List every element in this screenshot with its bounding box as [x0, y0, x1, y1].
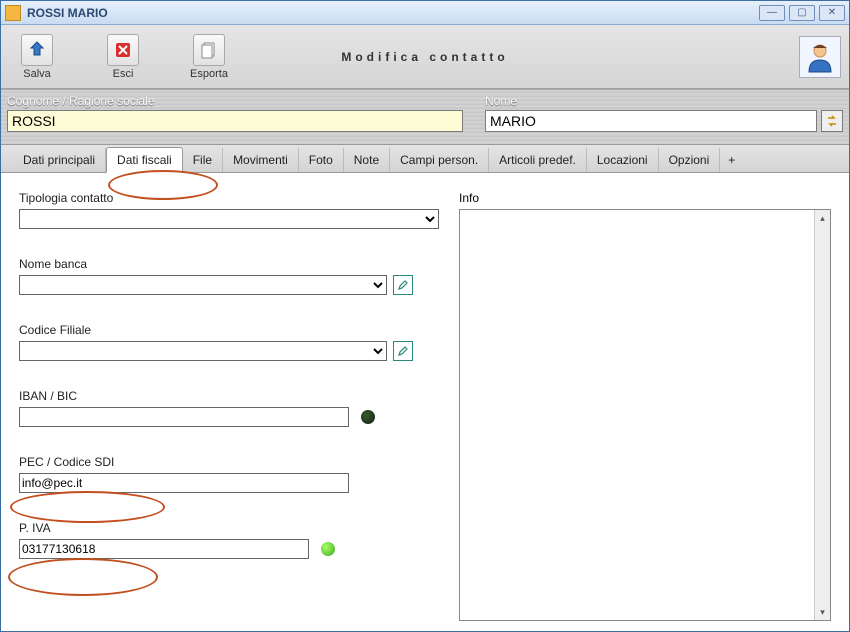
- export-icon: [193, 34, 225, 66]
- info-label: Info: [459, 191, 831, 205]
- tab-movimenti[interactable]: Movimenti: [223, 148, 299, 172]
- tab-locazioni[interactable]: Locazioni: [587, 148, 659, 172]
- tab-foto[interactable]: Foto: [299, 148, 344, 172]
- status-led-piva: [321, 542, 335, 556]
- export-button[interactable]: Esporta: [181, 34, 237, 80]
- tab-opzioni[interactable]: Opzioni: [659, 148, 721, 172]
- tab-dati-fiscali[interactable]: Dati fiscali: [106, 147, 183, 173]
- window-title: ROSSI MARIO: [27, 6, 759, 20]
- maximize-button[interactable]: ▢: [789, 5, 815, 21]
- save-button[interactable]: Salva: [9, 34, 65, 80]
- tab-articoli-predef[interactable]: Articoli predef.: [489, 148, 587, 172]
- scroll-up-icon[interactable]: ▴: [815, 210, 830, 226]
- tab-add[interactable]: +: [720, 148, 743, 172]
- tipologia-label: Tipologia contatto: [19, 191, 439, 205]
- swap-button[interactable]: [821, 110, 843, 132]
- scroll-down-icon[interactable]: ▾: [815, 604, 830, 620]
- tab-campi-person[interactable]: Campi person.: [390, 148, 489, 172]
- codice-filiale-select[interactable]: [19, 341, 387, 361]
- close-button[interactable]: ✕: [819, 5, 845, 21]
- nome-label: Nome: [485, 94, 843, 108]
- nome-input[interactable]: [485, 110, 817, 132]
- edit-filiale-button[interactable]: [393, 341, 413, 361]
- tab-note[interactable]: Note: [344, 148, 390, 172]
- codice-filiale-label: Codice Filiale: [19, 323, 439, 337]
- piva-label: P. IVA: [19, 521, 439, 535]
- piva-input[interactable]: [19, 539, 309, 559]
- tab-dati-principali[interactable]: Dati principali: [13, 148, 106, 172]
- info-textarea[interactable]: ▴ ▾: [459, 209, 831, 621]
- exit-icon: [107, 34, 139, 66]
- nome-banca-select[interactable]: [19, 275, 387, 295]
- iban-label: IBAN / BIC: [19, 389, 439, 403]
- scrollbar[interactable]: ▴ ▾: [814, 210, 830, 620]
- save-icon: [21, 34, 53, 66]
- page-title: Modifica contatto: [341, 50, 508, 64]
- status-led-iban: [361, 410, 375, 424]
- iban-input[interactable]: [19, 407, 349, 427]
- pec-label: PEC / Codice SDI: [19, 455, 439, 469]
- tipologia-select[interactable]: [19, 209, 439, 229]
- cognome-label: Cognome / Ragione sociale: [7, 94, 463, 108]
- edit-banca-button[interactable]: [393, 275, 413, 295]
- tab-file[interactable]: File: [183, 148, 223, 172]
- pec-input[interactable]: [19, 473, 349, 493]
- pencil-icon: [397, 345, 409, 357]
- app-icon: [5, 5, 21, 21]
- cognome-input[interactable]: [7, 110, 463, 132]
- exit-button[interactable]: Esci: [95, 34, 151, 80]
- pencil-icon: [397, 279, 409, 291]
- minimize-button[interactable]: ―: [759, 5, 785, 21]
- nome-banca-label: Nome banca: [19, 257, 439, 271]
- avatar: [799, 36, 841, 78]
